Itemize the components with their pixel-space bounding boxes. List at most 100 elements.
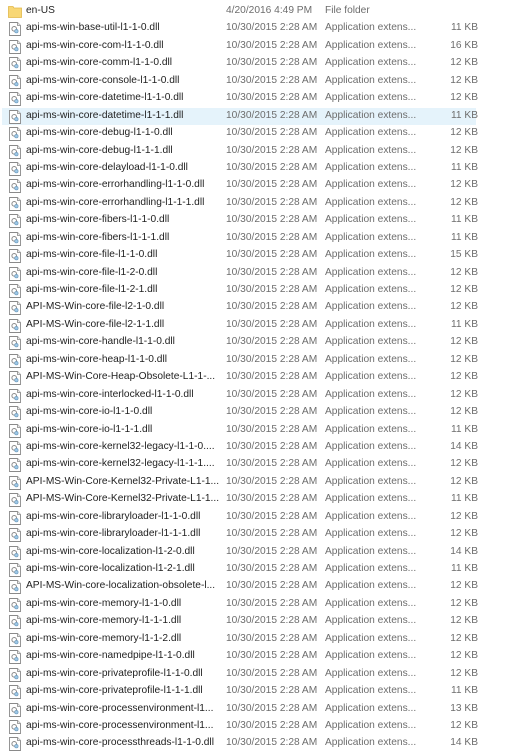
file-row[interactable]: api-ms-win-core-file-l1-2-0.dll 10/30/20… — [0, 265, 525, 282]
file-type: Application extens... — [325, 214, 417, 226]
dll-file-icon — [9, 144, 21, 159]
file-row[interactable]: api-ms-win-core-privateprofile-l1-1-0.dl… — [0, 666, 525, 683]
file-size: 14 KB — [450, 440, 478, 452]
file-type: Application extens... — [325, 249, 417, 261]
file-date-modified: 10/30/2015 2:28 AM — [226, 388, 318, 400]
file-name: api-ms-win-core-memory-l1-1-0.dll — [26, 597, 182, 609]
dll-file-icon — [9, 231, 21, 246]
file-size: 12 KB — [450, 632, 478, 644]
file-row[interactable]: API-MS-Win-Core-Heap-Obsolete-L1-1-... 1… — [0, 369, 525, 386]
file-date-modified: 10/30/2015 2:28 AM — [226, 22, 318, 34]
file-type: Application extens... — [325, 74, 417, 86]
file-size: 12 KB — [450, 719, 478, 731]
file-type: Application extens... — [325, 632, 417, 644]
dll-file-icon — [9, 737, 21, 752]
file-date-modified: 10/30/2015 2:28 AM — [226, 563, 318, 574]
file-name: api-ms-win-core-fibers-l1-1-1.dll — [26, 231, 170, 243]
file-size: 11 KB — [451, 231, 478, 243]
file-name: api-ms-win-core-namedpipe-l1-1-0.dll — [26, 650, 195, 662]
file-row[interactable]: api-ms-win-core-libraryloader-l1-1-0.dll… — [0, 509, 525, 526]
file-row[interactable]: api-ms-win-base-util-l1-1-0.dll 10/30/20… — [0, 20, 525, 37]
file-type: Application extens... — [325, 737, 417, 749]
file-size: 12 KB — [450, 144, 478, 156]
file-row[interactable]: en-US 4/20/2016 4:49 PM File folder — [0, 3, 525, 20]
file-name: api-ms-win-core-kernel32-legacy-l1-1-1..… — [26, 458, 215, 470]
file-row[interactable]: api-ms-win-core-debug-l1-1-0.dll 10/30/2… — [0, 125, 525, 142]
dll-file-icon — [9, 336, 21, 351]
file-size: 12 KB — [450, 92, 478, 104]
file-size: 12 KB — [450, 301, 478, 313]
file-row[interactable]: api-ms-win-core-errorhandling-l1-1-1.dll… — [0, 195, 525, 212]
file-type: Application extens... — [325, 528, 417, 540]
file-row[interactable]: api-ms-win-core-processthreads-l1-1-0.dl… — [0, 735, 525, 752]
file-type: Application extens... — [325, 92, 417, 104]
file-size: 16 KB — [450, 39, 478, 51]
file-name: api-ms-win-core-interlocked-l1-1-0.dll — [26, 388, 194, 400]
dll-file-icon — [9, 440, 21, 455]
dll-file-icon — [9, 597, 21, 612]
file-date-modified: 10/30/2015 2:28 AM — [226, 650, 318, 662]
file-row[interactable]: api-ms-win-core-io-l1-1-1.dll 10/30/2015… — [0, 422, 525, 439]
file-row[interactable]: api-ms-win-core-errorhandling-l1-1-0.dll… — [0, 177, 525, 194]
file-row[interactable]: api-ms-win-core-fibers-l1-1-1.dll 10/30/… — [0, 230, 525, 247]
file-row[interactable]: api-ms-win-core-datetime-l1-1-1.dll 10/3… — [0, 107, 525, 125]
file-type: Application extens... — [325, 57, 417, 69]
file-date-modified: 10/30/2015 2:28 AM — [226, 39, 318, 51]
file-name: api-ms-win-core-debug-l1-1-1.dll — [26, 144, 173, 156]
file-row[interactable]: api-ms-win-core-processenvironment-l1...… — [0, 701, 525, 718]
file-name: api-ms-win-core-memory-l1-1-2.dll — [26, 632, 182, 644]
file-row[interactable]: API-MS-Win-Core-Kernel32-Private-L1-1...… — [0, 474, 525, 491]
file-type: Application extens... — [325, 406, 417, 418]
dll-file-icon — [9, 371, 21, 386]
dll-file-icon — [9, 179, 21, 194]
file-name: API-MS-Win-Core-Heap-Obsolete-L1-1-... — [26, 371, 216, 383]
file-row[interactable]: api-ms-win-core-debug-l1-1-1.dll 10/30/2… — [0, 143, 525, 160]
file-type: Application extens... — [325, 493, 417, 505]
file-row[interactable]: api-ms-win-core-handle-l1-1-0.dll 10/30/… — [0, 334, 525, 351]
file-name: api-ms-win-core-errorhandling-l1-1-1.dll — [26, 196, 205, 208]
file-name: api-ms-win-core-console-l1-1-0.dll — [26, 74, 180, 86]
file-name: api-ms-win-core-file-l1-2-1.dll — [26, 284, 158, 295]
file-date-modified: 4/20/2016 4:49 PM — [226, 5, 313, 16]
file-row[interactable]: api-ms-win-core-privateprofile-l1-1-1.dl… — [0, 683, 525, 700]
file-row[interactable]: API-MS-Win-core-file-l2-1-0.dll 10/30/20… — [0, 299, 525, 316]
file-size: 11 KB — [451, 423, 478, 435]
dll-file-icon — [9, 92, 21, 107]
file-type: Application extens... — [325, 719, 417, 731]
dll-file-icon — [9, 388, 21, 403]
file-row[interactable]: api-ms-win-core-localization-l1-2-1.dll … — [0, 561, 525, 578]
file-row[interactable]: api-ms-win-core-datetime-l1-1-0.dll 10/3… — [0, 90, 525, 107]
file-row[interactable]: api-ms-win-core-localization-l1-2-0.dll … — [0, 544, 525, 561]
file-date-modified: 10/30/2015 2:28 AM — [226, 371, 318, 383]
dll-file-icon — [9, 22, 21, 37]
file-name: api-ms-win-core-fibers-l1-1-0.dll — [26, 214, 170, 226]
file-row[interactable]: api-ms-win-core-memory-l1-1-0.dll 10/30/… — [0, 596, 525, 613]
file-row[interactable]: api-ms-win-core-libraryloader-l1-1-1.dll… — [0, 526, 525, 543]
file-row[interactable]: api-ms-win-core-console-l1-1-0.dll 10/30… — [0, 73, 525, 90]
file-row[interactable]: api-ms-win-core-kernel32-legacy-l1-1-1..… — [0, 456, 525, 473]
file-list: en-US 4/20/2016 4:49 PM File folder api-… — [0, 3, 525, 753]
file-row[interactable]: API-MS-Win-core-localization-obsolete-l.… — [0, 578, 525, 595]
file-row[interactable]: api-ms-win-core-delayload-l1-1-0.dll 10/… — [0, 160, 525, 177]
file-row[interactable]: api-ms-win-core-file-l1-1-0.dll 10/30/20… — [0, 247, 525, 264]
file-row[interactable]: API-MS-Win-core-file-l2-1-1.dll 10/30/20… — [0, 317, 525, 334]
file-row[interactable]: api-ms-win-core-memory-l1-1-2.dll 10/30/… — [0, 631, 525, 648]
file-name: api-ms-win-core-heap-l1-1-0.dll — [26, 353, 167, 365]
file-row[interactable]: api-ms-win-core-comm-l1-1-0.dll 10/30/20… — [0, 55, 525, 72]
file-row[interactable]: api-ms-win-core-namedpipe-l1-1-0.dll 10/… — [0, 648, 525, 665]
file-row[interactable]: api-ms-win-core-processenvironment-l1...… — [0, 718, 525, 735]
file-row[interactable]: api-ms-win-core-kernel32-legacy-l1-1-0..… — [0, 439, 525, 456]
dll-file-icon — [9, 510, 21, 525]
file-row[interactable]: api-ms-win-core-com-l1-1-0.dll 10/30/201… — [0, 38, 525, 55]
file-row[interactable]: api-ms-win-core-heap-l1-1-0.dll 10/30/20… — [0, 352, 525, 369]
file-size: 12 KB — [450, 580, 478, 592]
file-row[interactable]: api-ms-win-core-file-l1-2-1.dll 10/30/20… — [0, 282, 525, 299]
dll-file-icon — [9, 719, 21, 734]
file-row[interactable]: api-ms-win-core-io-l1-1-0.dll 10/30/2015… — [0, 404, 525, 421]
file-row[interactable]: api-ms-win-core-interlocked-l1-1-0.dll 1… — [0, 387, 525, 404]
dll-file-icon — [9, 563, 21, 577]
file-row[interactable]: API-MS-Win-Core-Kernel32-Private-L1-1...… — [0, 491, 525, 508]
file-row[interactable]: api-ms-win-core-fibers-l1-1-0.dll 10/30/… — [0, 212, 525, 229]
file-row[interactable]: api-ms-win-core-memory-l1-1-1.dll 10/30/… — [0, 613, 525, 630]
dll-file-icon — [9, 284, 21, 298]
